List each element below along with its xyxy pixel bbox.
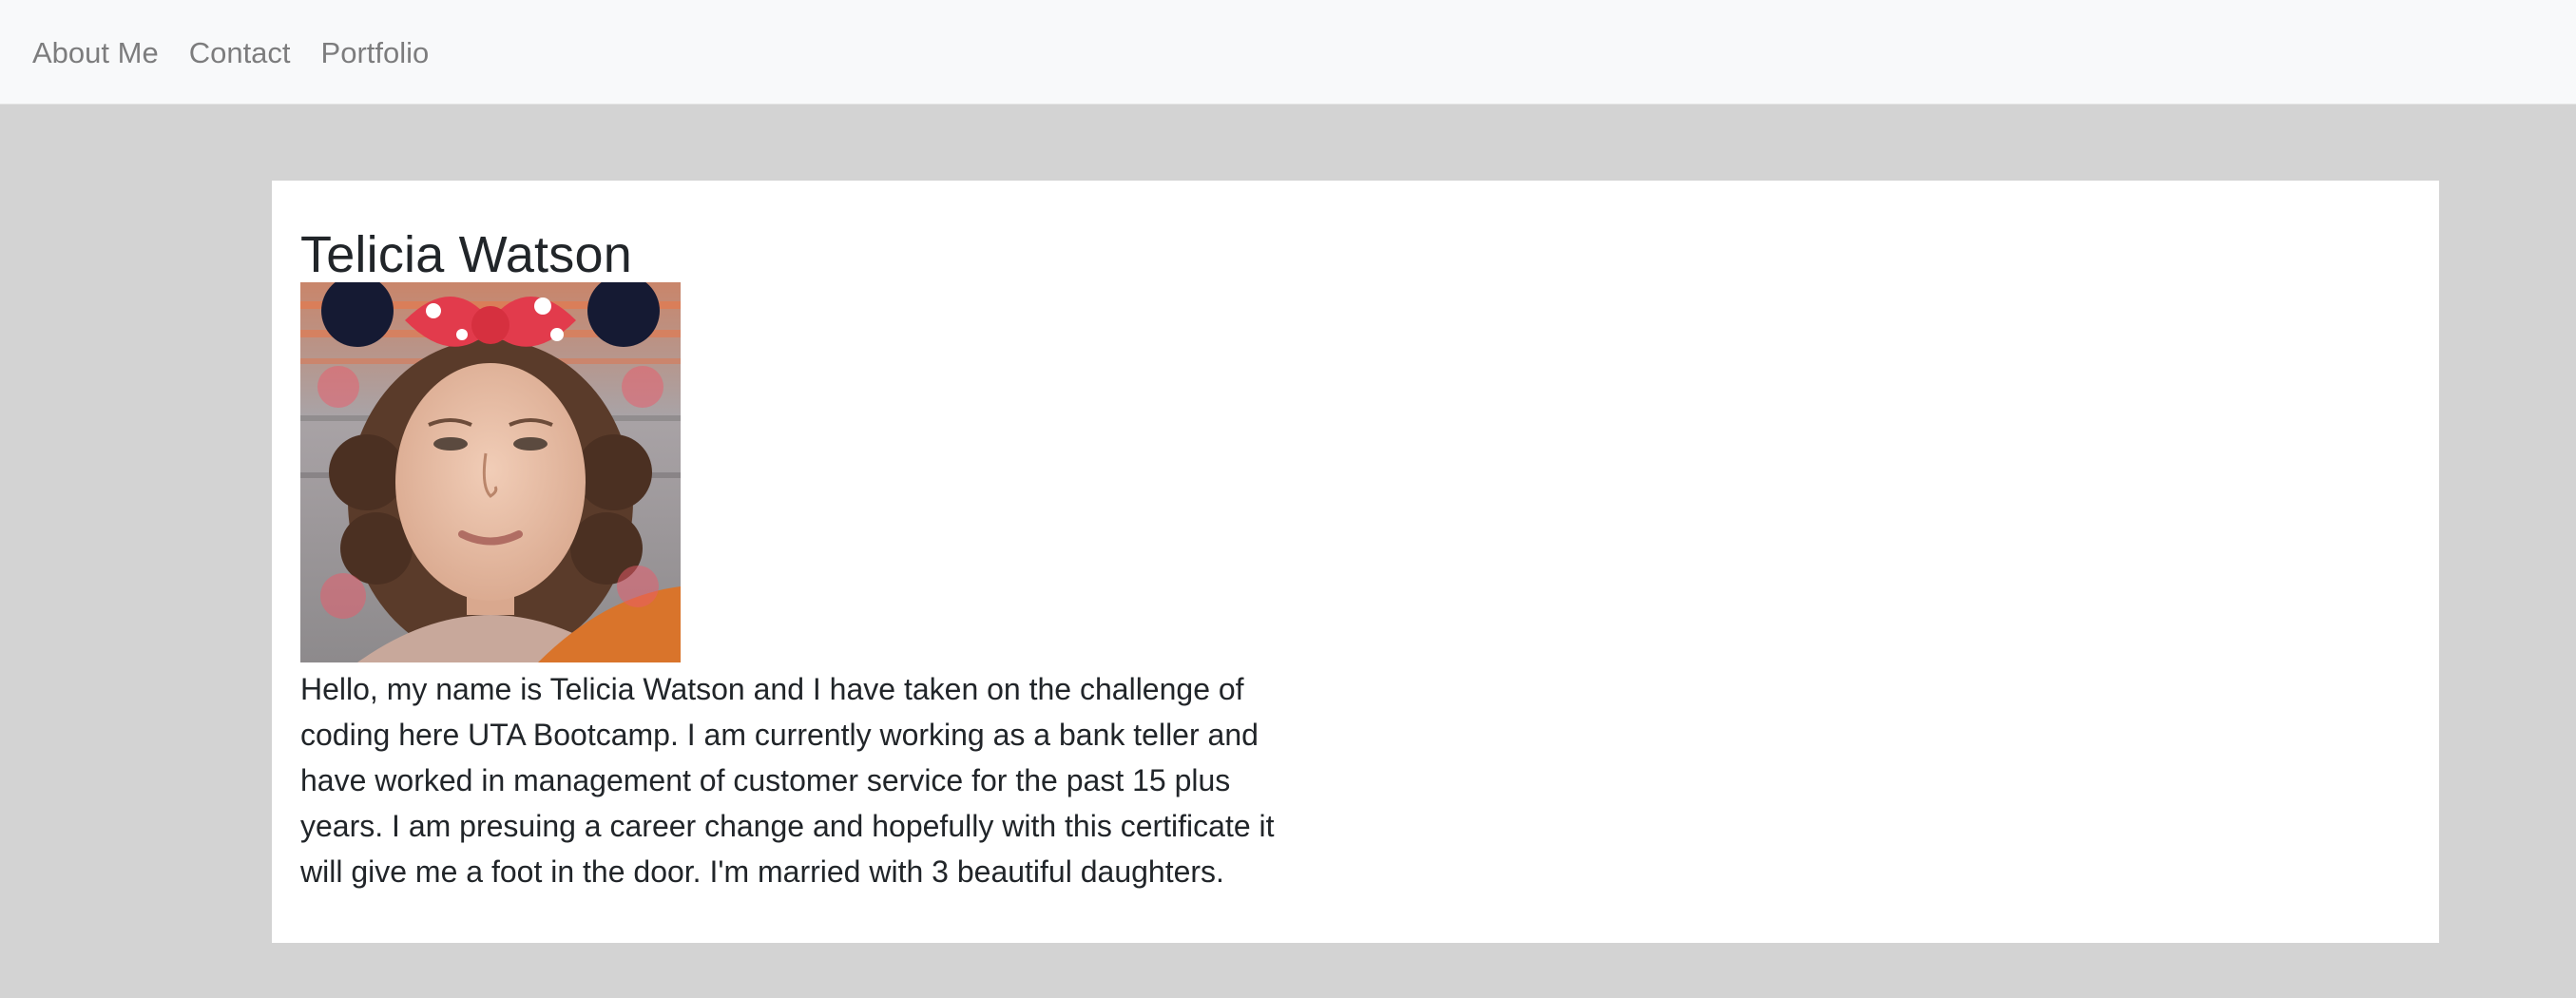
nav-link-contact[interactable]: Contact xyxy=(189,38,291,67)
page-title: Telicia Watson xyxy=(300,226,632,283)
nav-link-portfolio[interactable]: Portfolio xyxy=(321,38,430,67)
top-navbar: About Me Contact Portfolio xyxy=(0,0,2576,105)
bio-paragraph: Hello, my name is Telicia Watson and I h… xyxy=(300,671,1275,889)
about-card: Telicia Watson Hello, my name is Telicia… xyxy=(272,181,2439,943)
profile-photo xyxy=(300,281,681,662)
nav-link-about-me[interactable]: About Me xyxy=(32,38,159,67)
nav-links: About Me Contact Portfolio xyxy=(0,0,2576,105)
